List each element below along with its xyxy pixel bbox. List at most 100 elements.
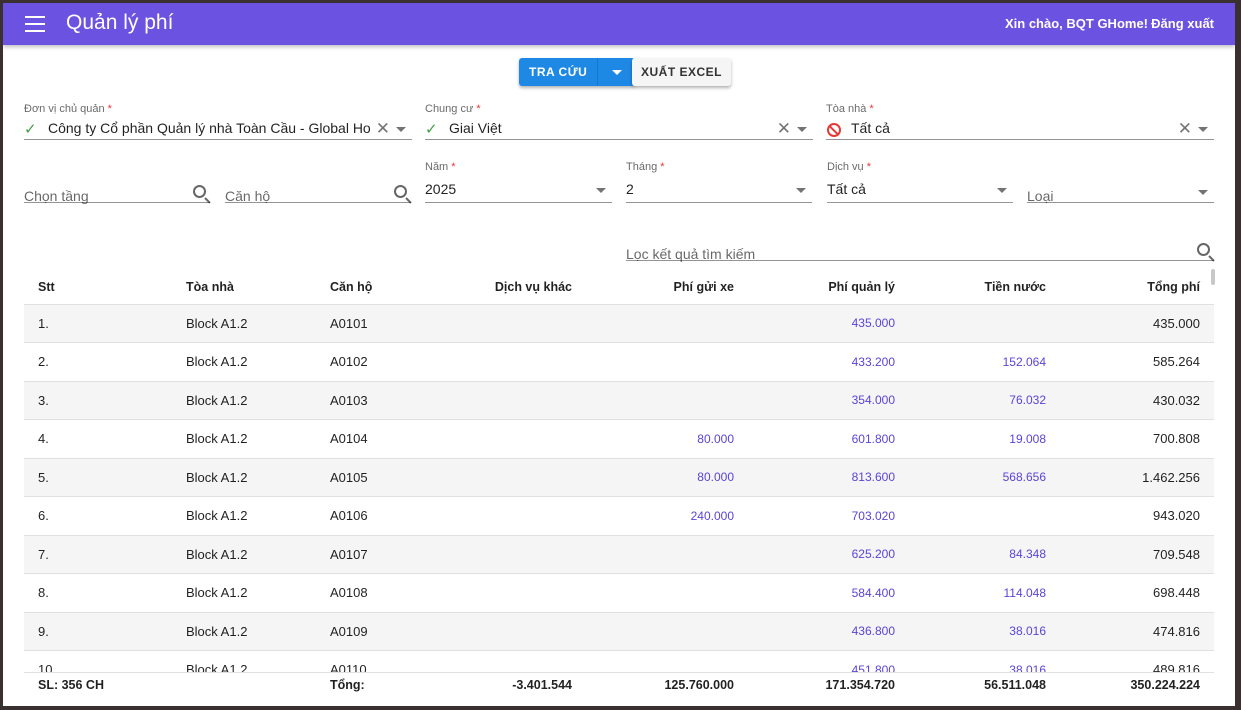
apartment-value: Giai Việt xyxy=(449,120,502,136)
footer-empty xyxy=(172,673,316,697)
menu-icon[interactable] xyxy=(25,16,45,32)
required-mark: * xyxy=(451,161,456,173)
col-header-unit[interactable]: Căn hộ xyxy=(316,270,458,305)
clear-icon[interactable]: ✕ xyxy=(376,119,390,139)
cell-parking-fee xyxy=(586,304,748,343)
table-row[interactable]: 6. Block A1.2 A0106 240.000 703.020 943.020 xyxy=(24,496,1214,536)
cell-water-fee[interactable]: 84.348 xyxy=(909,535,1060,574)
unit-select[interactable]: Đơn vị chủ quản * ✓ Công ty Cổ phần Quản … xyxy=(24,103,412,140)
cell-management-fee[interactable]: 703.020 xyxy=(748,496,909,536)
type-select[interactable]: Loại xyxy=(1027,166,1214,204)
greeting-text: Xin chào, BQT GHome! xyxy=(1004,16,1148,31)
search-icon[interactable] xyxy=(193,185,206,198)
cell-stt: 9. xyxy=(24,612,172,651)
cell-total-fee: 1.462.256 xyxy=(1060,458,1214,497)
export-excel-button[interactable]: XUẤT EXCEL xyxy=(632,58,732,86)
cell-stt: 1. xyxy=(24,304,172,343)
table-scrollbar[interactable] xyxy=(1211,269,1215,285)
cell-water-fee[interactable]: 114.048 xyxy=(909,573,1060,613)
cell-total-fee: 943.020 xyxy=(1060,496,1214,536)
col-header-parking-fee[interactable]: Phí gửi xe xyxy=(586,270,748,305)
cell-management-fee[interactable]: 813.600 xyxy=(748,458,909,497)
footer-other-total: -3.401.544 xyxy=(512,678,572,692)
col-header-building[interactable]: Tòa nhà xyxy=(172,270,316,305)
building-select[interactable]: Tòa nhà * Tất cả ✕ xyxy=(826,103,1214,140)
clear-icon[interactable]: ✕ xyxy=(777,119,791,139)
cell-parking-fee[interactable]: 240.000 xyxy=(586,496,748,536)
cell-building: Block A1.2 xyxy=(172,458,316,497)
search-icon[interactable] xyxy=(394,185,407,198)
logout-link[interactable]: Đăng xuất xyxy=(1151,16,1214,31)
cell-building: Block A1.2 xyxy=(172,573,316,613)
chevron-down-icon[interactable] xyxy=(796,188,806,193)
required-mark: * xyxy=(869,103,874,115)
cell-building: Block A1.2 xyxy=(172,535,316,574)
year-label: Năm xyxy=(425,161,449,173)
service-select[interactable]: Dịch vụ * Tất cả xyxy=(827,161,1013,203)
month-select[interactable]: Tháng * 2 xyxy=(626,161,812,203)
table-header-row: Stt Tòa nhà Căn hộ Dịch vụ khác Phí gửi … xyxy=(24,270,1214,305)
table-row[interactable]: 4. Block A1.2 A0104 80.000 601.800 19.008 700.… xyxy=(24,419,1214,459)
cell-parking-fee[interactable]: 80.000 xyxy=(586,419,748,459)
cell-management-fee[interactable]: 436.800 xyxy=(748,612,909,651)
cell-water-fee[interactable]: 19.008 xyxy=(909,419,1060,459)
unit-no-placeholder: Căn hộ xyxy=(225,188,271,204)
cell-building: Block A1.2 xyxy=(172,650,316,672)
chevron-down-icon[interactable] xyxy=(997,188,1007,193)
year-select[interactable]: Năm * 2025 xyxy=(425,161,612,203)
col-header-water-fee[interactable]: Tiền nước xyxy=(909,270,1060,305)
chevron-down-icon[interactable] xyxy=(797,127,807,132)
unit-search-input[interactable]: Căn hộ xyxy=(225,166,411,204)
result-filter-input[interactable]: Lọc kết quả tìm kiếm xyxy=(626,224,1214,262)
cell-other-service xyxy=(458,496,586,536)
cell-management-fee[interactable]: 451.800 xyxy=(748,650,909,672)
cell-parking-fee[interactable]: 80.000 xyxy=(586,458,748,497)
apartment-select[interactable]: Chung cư * ✓ Giai Việt ✕ xyxy=(425,103,813,140)
search-button[interactable]: TRA CỨU xyxy=(519,58,599,86)
floor-search-input[interactable]: Chọn tầng xyxy=(24,166,210,204)
cell-management-fee[interactable]: 601.800 xyxy=(748,419,909,459)
col-header-other-service[interactable]: Dịch vụ khác xyxy=(458,270,586,305)
cell-management-fee[interactable]: 625.200 xyxy=(748,535,909,574)
cell-building: Block A1.2 xyxy=(172,304,316,343)
cell-other-service xyxy=(458,381,586,420)
table-row[interactable]: 2. Block A1.2 A0102 433.200 152.064 585.264 xyxy=(24,342,1214,382)
table-row[interactable]: 3. Block A1.2 A0103 354.000 76.032 430.032 xyxy=(24,381,1214,420)
chevron-down-icon[interactable] xyxy=(1198,190,1208,195)
col-header-total-fee[interactable]: Tổng phí xyxy=(1060,270,1214,305)
cell-management-fee[interactable]: 433.200 xyxy=(748,342,909,382)
cell-parking-fee xyxy=(586,342,748,382)
cell-water-fee[interactable]: 38.016 xyxy=(909,650,1060,672)
table-row[interactable]: 8. Block A1.2 A0108 584.400 114.048 698.448 xyxy=(24,573,1214,613)
chevron-down-icon[interactable] xyxy=(396,127,406,132)
cell-water-fee xyxy=(909,304,1060,343)
search-icon[interactable] xyxy=(1197,243,1210,256)
clear-icon[interactable]: ✕ xyxy=(1178,119,1192,139)
table-row[interactable]: 1. Block A1.2 A0101 435.000 435.000 xyxy=(24,304,1214,343)
cell-total-fee: 700.808 xyxy=(1060,419,1214,459)
cell-water-fee xyxy=(909,496,1060,536)
apartment-label: Chung cư xyxy=(425,103,474,115)
cell-water-fee[interactable]: 568.656 xyxy=(909,458,1060,497)
floor-placeholder: Chọn tầng xyxy=(24,188,89,204)
cell-management-fee[interactable]: 354.000 xyxy=(748,381,909,420)
col-header-management-fee[interactable]: Phí quản lý xyxy=(748,270,909,305)
chevron-down-icon[interactable] xyxy=(1198,127,1208,132)
cell-water-fee[interactable]: 38.016 xyxy=(909,612,1060,651)
cell-water-fee[interactable]: 76.032 xyxy=(909,381,1060,420)
cell-unit: A0106 xyxy=(316,496,458,536)
chevron-down-icon[interactable] xyxy=(596,188,606,193)
cell-unit: A0109 xyxy=(316,612,458,651)
cell-water-fee[interactable]: 152.064 xyxy=(909,342,1060,382)
cell-management-fee[interactable]: 584.400 xyxy=(748,573,909,613)
col-header-stt[interactable]: Stt xyxy=(24,270,172,305)
cell-management-fee[interactable]: 435.000 xyxy=(748,304,909,343)
table-row[interactable]: 10. Block A1.2 A0110 451.800 38.016 489.816 xyxy=(24,650,1214,672)
table-row[interactable]: 7. Block A1.2 A0107 625.200 84.348 709.548 xyxy=(24,535,1214,574)
search-button-group: TRA CỨU xyxy=(519,58,636,86)
search-options-dropdown[interactable] xyxy=(598,58,636,86)
cell-building: Block A1.2 xyxy=(172,342,316,382)
required-mark: * xyxy=(660,161,665,173)
table-row[interactable]: 5. Block A1.2 A0105 80.000 813.600 568.656 1.4… xyxy=(24,458,1214,497)
table-row[interactable]: 9. Block A1.2 A0109 436.800 38.016 474.816 xyxy=(24,612,1214,651)
